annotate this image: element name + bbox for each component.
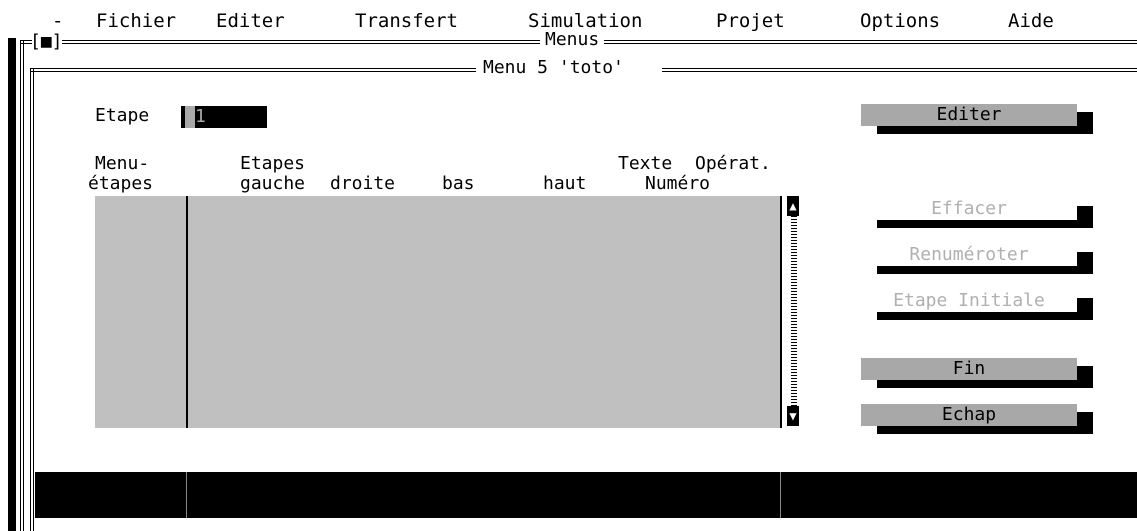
header-numero: Numéro bbox=[645, 173, 711, 194]
echap-button[interactable]: Echap bbox=[861, 404, 1093, 434]
window-title: Menus bbox=[545, 29, 600, 50]
button-shadow bbox=[1077, 298, 1093, 320]
menu-transfert[interactable]: Transfert bbox=[355, 10, 458, 32]
effacer-button[interactable]: Effacer bbox=[861, 198, 1093, 228]
status-separator bbox=[780, 472, 781, 518]
editer-button[interactable]: Editer bbox=[861, 104, 1093, 134]
button-shadow bbox=[877, 380, 1093, 388]
header-bas: bas bbox=[442, 173, 475, 194]
button-shadow bbox=[1077, 112, 1093, 134]
panel-left-line bbox=[30, 68, 34, 531]
button-shadow bbox=[1077, 206, 1093, 228]
etape-initiale-button[interactable]: Etape Initiale bbox=[861, 290, 1093, 320]
button-shadow bbox=[877, 426, 1093, 434]
button-shadow bbox=[1077, 252, 1093, 274]
list-scrollbar[interactable]: ▲ ▼ bbox=[780, 196, 802, 428]
input-cursor bbox=[185, 106, 195, 128]
header-droite: droite bbox=[330, 173, 396, 194]
panel-top-line-left bbox=[30, 68, 476, 72]
panel-top-line-right bbox=[662, 68, 1137, 72]
button-shadow bbox=[1077, 366, 1093, 388]
button-shadow bbox=[877, 220, 1093, 228]
button-shadow bbox=[1077, 412, 1093, 434]
scroll-down-icon[interactable]: ▼ bbox=[787, 406, 799, 426]
header-operat: Opérat. bbox=[695, 153, 771, 174]
echap-button-label: Echap bbox=[861, 404, 1077, 426]
menu-projet[interactable]: Projet bbox=[716, 10, 785, 32]
fin-button-label: Fin bbox=[861, 358, 1077, 380]
menu-editer[interactable]: Editer bbox=[216, 10, 285, 32]
header-menu-etapes-1: Menu- bbox=[95, 153, 150, 174]
status-bar bbox=[35, 472, 1137, 518]
frame-top-line-mid bbox=[62, 40, 540, 44]
etape-input-value: 1 bbox=[195, 106, 206, 127]
system-menu[interactable]: - bbox=[52, 10, 63, 32]
header-menu-etapes-2: étapes bbox=[88, 173, 154, 194]
button-shadow bbox=[877, 266, 1093, 274]
etape-label: Etape bbox=[95, 105, 150, 126]
etape-input[interactable]: 1 bbox=[181, 106, 267, 128]
renumeroter-button-label: Renuméroter bbox=[909, 244, 1029, 265]
button-shadow bbox=[877, 126, 1093, 134]
list-column-divider bbox=[186, 196, 188, 428]
menu-options[interactable]: Options bbox=[860, 10, 940, 32]
button-shadow bbox=[877, 312, 1093, 320]
scroll-up-icon[interactable]: ▲ bbox=[787, 196, 799, 216]
menu-fichier[interactable]: Fichier bbox=[96, 10, 176, 32]
editer-button-label: Editer bbox=[861, 104, 1077, 126]
header-gauche: gauche bbox=[240, 173, 306, 194]
window-left-border bbox=[8, 38, 16, 531]
steps-list[interactable] bbox=[95, 196, 785, 428]
etape-initiale-button-label: Etape Initiale bbox=[893, 290, 1045, 311]
renumeroter-button[interactable]: Renuméroter bbox=[861, 244, 1093, 274]
menu-aide[interactable]: Aide bbox=[1008, 10, 1054, 32]
header-haut: haut bbox=[543, 173, 587, 194]
header-etapes: Etapes bbox=[240, 153, 306, 174]
frame-left-line bbox=[20, 40, 24, 531]
panel-title: Menu 5 'toto' bbox=[483, 57, 624, 78]
header-texte: Texte bbox=[618, 153, 673, 174]
frame-top-line-right bbox=[604, 40, 1137, 44]
window-control-button[interactable]: [■] bbox=[30, 32, 63, 52]
fin-button[interactable]: Fin bbox=[861, 358, 1093, 388]
scroll-track[interactable] bbox=[791, 216, 797, 406]
effacer-button-label: Effacer bbox=[931, 198, 1007, 219]
status-separator bbox=[186, 472, 187, 518]
